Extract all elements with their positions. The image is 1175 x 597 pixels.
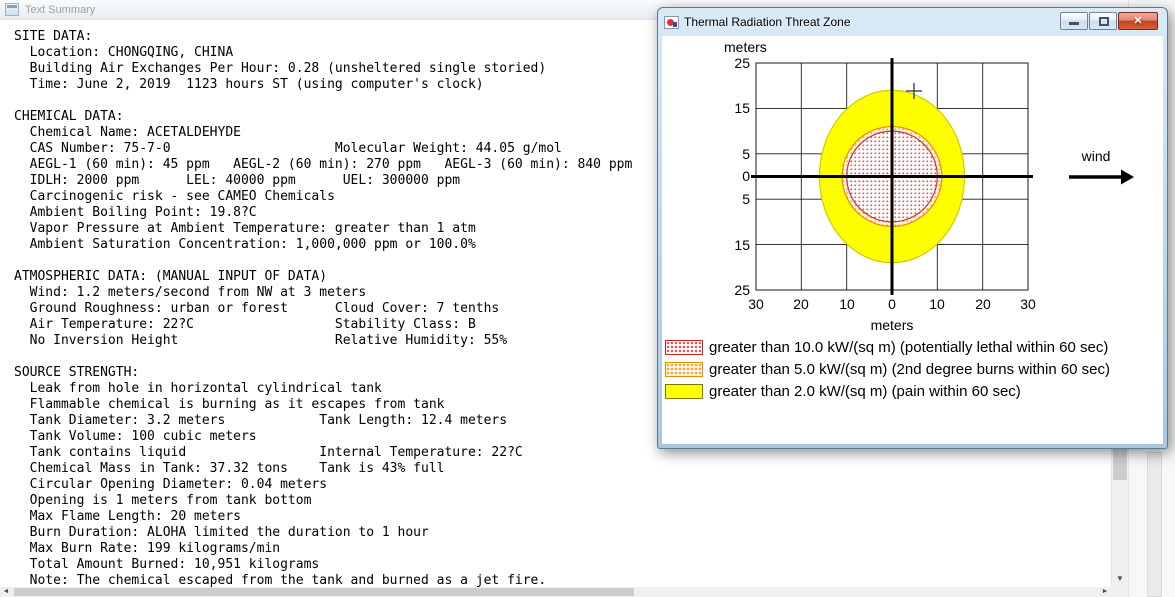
summary-line: CHEMICAL DATA: <box>14 109 124 124</box>
summary-line: Tank Diameter: 3.2 meters Tank Length: 1… <box>14 413 508 428</box>
summary-line: Tank contains liquid Internal Temperatur… <box>14 445 523 460</box>
summary-line: Ambient Boiling Point: 19.8?C <box>14 205 257 220</box>
x-tick-label: 0 <box>888 296 896 312</box>
y-tick-label: 15 <box>734 100 750 116</box>
summary-line: Total Amount Burned: 10,951 kilograms <box>14 557 320 572</box>
threat-zone-window: Thermal Radiation Threat Zone ✕ meters 2… <box>657 7 1168 449</box>
scroll-down-icon: ▼ <box>1116 574 1124 583</box>
scroll-right-button[interactable]: ► <box>1099 587 1111 597</box>
y-tick-label: 25 <box>734 55 750 71</box>
legend-row: greater than 10.0 kW/(sq m) (potentially… <box>665 339 1163 356</box>
legend-label: greater than 5.0 kW/(sq m) (2nd degree b… <box>709 361 1111 378</box>
x-tick-label: 20 <box>975 296 991 312</box>
summary-line: AEGL-1 (60 min): 45 ppm AEGL-2 (60 min):… <box>14 157 633 172</box>
summary-line: Tank Volume: 100 cubic meters <box>14 429 257 444</box>
x-tick-label: 30 <box>748 296 764 312</box>
summary-line <box>14 253 632 269</box>
plot-bottom-axis-label: meters <box>870 317 914 333</box>
summary-line: Leak from hole in horizontal cylindrical… <box>14 381 382 396</box>
x-tick-label: 10 <box>929 296 945 312</box>
summary-line: Ground Roughness: urban or forest Cloud … <box>14 301 500 316</box>
scroll-left-button[interactable]: ◄ <box>0 587 12 597</box>
y-tick-label: 5 <box>742 146 750 162</box>
summary-line: Chemical Name: ACETALDEHYDE <box>14 125 241 140</box>
text-summary-title: Text Summary <box>25 4 96 16</box>
horizontal-scrollbar[interactable]: ◄ ► <box>0 587 1111 597</box>
plot-top-axis-label: meters <box>724 39 767 55</box>
maximize-icon <box>1099 17 1109 26</box>
scroll-down-button[interactable]: ▼ <box>1112 570 1128 587</box>
summary-line: Chemical Mass in Tank: 37.32 tons Tank i… <box>14 461 445 476</box>
summary-line: Circular Opening Diameter: 0.04 meters <box>14 477 328 492</box>
summary-line: Max Burn Rate: 199 kilograms/min <box>14 541 281 556</box>
scroll-right-icon: ► <box>1101 588 1109 595</box>
summary-line: Opening is 1 meters from tank bottom <box>14 493 312 508</box>
summary-line: Flammable chemical is burning as it esca… <box>14 397 445 412</box>
legend-row: greater than 5.0 kW/(sq m) (2nd degree b… <box>665 361 1163 378</box>
threat-zone-plot-area: meters 25 15 5 0 5 15 25 30 20 10 0 10 2… <box>662 36 1163 444</box>
y-tick-label: 15 <box>734 237 750 253</box>
close-button[interactable]: ✕ <box>1118 12 1158 30</box>
summary-line: Wind: 1.2 meters/second from NW at 3 met… <box>14 285 367 300</box>
wind-arrow-icon <box>1069 169 1134 185</box>
summary-line <box>14 93 632 109</box>
x-tick-label: 30 <box>1020 296 1036 312</box>
summary-line: CAS Number: 75-7-0 Molecular Weight: 44.… <box>14 141 562 156</box>
text-summary-window-icon <box>5 3 19 16</box>
text-summary-content[interactable]: SITE DATA: Location: CHONGQING, CHINA Bu… <box>14 29 632 589</box>
summary-line: Burn Duration: ALOHA limited the duratio… <box>14 525 429 540</box>
legend-label: greater than 10.0 kW/(sq m) (potentially… <box>709 339 1109 356</box>
summary-line: Building Air Exchanges Per Hour: 0.28 (u… <box>14 61 547 76</box>
scrollbar-corner <box>1111 587 1128 597</box>
legend-swatch-pain <box>665 384 703 399</box>
minimize-icon <box>1069 22 1079 25</box>
threat-zone-titlebar[interactable]: Thermal Radiation Threat Zone ✕ <box>658 8 1167 36</box>
summary-line: SOURCE STRENGTH: <box>14 365 140 380</box>
x-tick-label: 20 <box>793 296 809 312</box>
legend-swatch-second-degree <box>665 362 703 377</box>
summary-line: IDLH: 2000 ppm LEL: 40000 ppm UEL: 30000… <box>14 173 461 188</box>
horizontal-scroll-thumb[interactable] <box>14 588 634 596</box>
summary-line: Ambient Saturation Concentration: 1,000,… <box>14 237 476 252</box>
scroll-left-icon: ◄ <box>2 588 10 595</box>
summary-line: Carcinogenic risk - see CAMEO Chemicals <box>14 189 335 204</box>
x-tick-label: 10 <box>839 296 855 312</box>
maximize-button[interactable] <box>1089 12 1117 30</box>
legend-row: greater than 2.0 kW/(sq m) (pain within … <box>665 383 1163 400</box>
summary-line: Vapor Pressure at Ambient Temperature: g… <box>14 221 476 236</box>
summary-line: No Inversion Height Relative Humidity: 5… <box>14 333 508 348</box>
summary-line: Max Flame Length: 20 meters <box>14 509 241 524</box>
summary-line <box>14 349 632 365</box>
y-tick-label: 5 <box>742 191 750 207</box>
minimize-button[interactable] <box>1060 12 1088 30</box>
y-tick-label: 0 <box>742 168 750 184</box>
summary-line: SITE DATA: <box>14 29 93 44</box>
legend-swatch-lethal <box>665 340 703 355</box>
threat-window-title: Thermal Radiation Threat Zone <box>684 15 851 29</box>
background-scrollbar <box>1147 452 1162 597</box>
summary-line: ATMOSPHERIC DATA: (MANUAL INPUT OF DATA) <box>14 269 328 284</box>
summary-line: Location: CHONGQING, CHINA <box>14 45 234 60</box>
close-icon: ✕ <box>1133 15 1143 27</box>
legend-label: greater than 2.0 kW/(sq m) (pain within … <box>709 383 1021 400</box>
threat-window-icon <box>664 16 679 29</box>
wind-label: wind <box>1081 148 1111 164</box>
summary-line: Time: June 2, 2019 1123 hours ST (using … <box>14 77 484 92</box>
summary-line: Air Temperature: 22?C Stability Class: B <box>14 317 476 332</box>
